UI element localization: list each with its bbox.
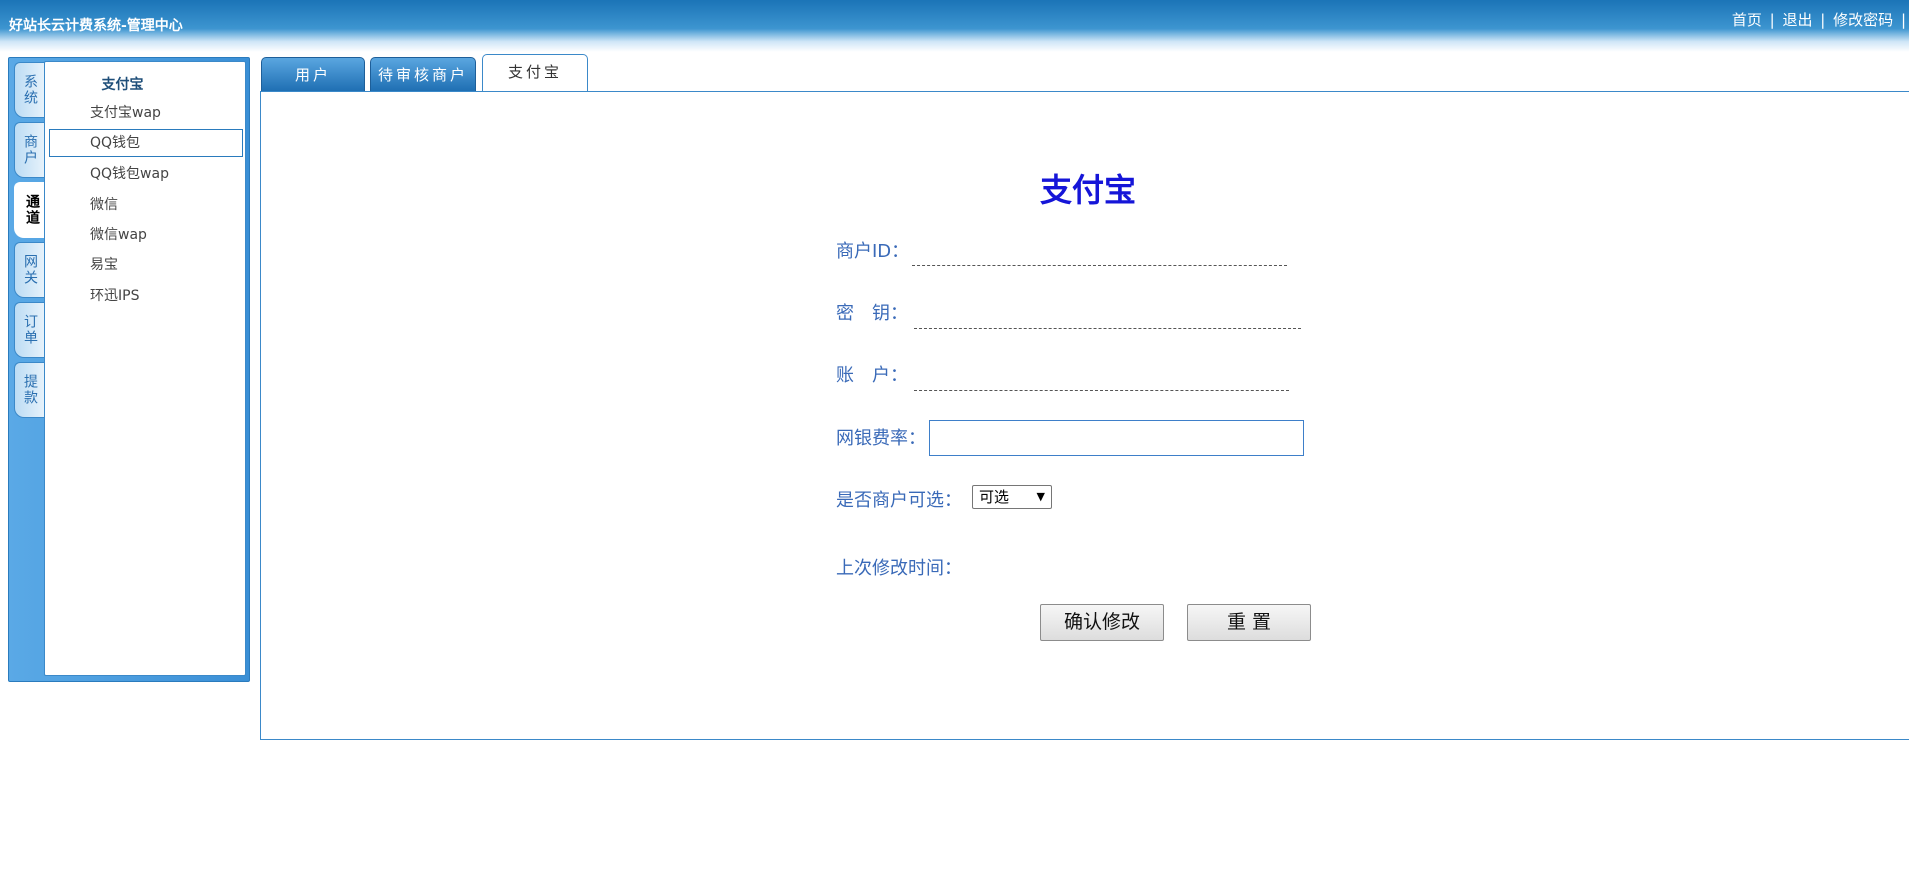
subnav-item-qq-wallet[interactable]: QQ钱包 xyxy=(49,129,243,157)
key-field[interactable] xyxy=(914,328,1301,329)
channel-subnav: 支付宝 支付宝wap QQ钱包 QQ钱包wap 微信 微信wap 易宝 环迅IP… xyxy=(44,61,246,676)
subnav-item-yeepay[interactable]: 易宝 xyxy=(49,251,243,279)
tab-pending-merchants[interactable]: 待审核商户 xyxy=(370,57,476,91)
merchant-id-field[interactable] xyxy=(912,265,1287,266)
vtab-order[interactable]: 订单 xyxy=(14,302,44,358)
subnav-item-qq-wallet-wap[interactable]: QQ钱包wap xyxy=(49,160,243,188)
reset-button[interactable]: 重 置 xyxy=(1187,604,1311,641)
selectable-value: 可选 xyxy=(979,488,1010,506)
subnav-title[interactable]: 支付宝 xyxy=(45,74,200,94)
vtab-gateway[interactable]: 网关 xyxy=(14,242,44,298)
tab-users[interactable]: 用户 xyxy=(261,57,365,91)
app-title: 好站长云计费系统-管理中心 xyxy=(9,18,183,34)
home-link[interactable]: 首页 xyxy=(1732,11,1762,29)
link-separator: | xyxy=(1769,11,1775,29)
rate-label: 网银费率： xyxy=(836,428,926,449)
form-title: 支付宝 xyxy=(1040,171,1137,209)
vtab-system[interactable]: 系统 xyxy=(14,62,44,118)
subnav-item-ips[interactable]: 环迅IPS xyxy=(49,282,243,310)
link-separator: | xyxy=(1820,11,1826,29)
last-modified-label: 上次修改时间： xyxy=(836,558,962,579)
logout-link[interactable]: 退出 xyxy=(1783,11,1813,29)
vtab-withdraw[interactable]: 提款 xyxy=(14,362,44,418)
vtab-channel[interactable]: 通道 xyxy=(14,182,48,238)
link-separator: | xyxy=(1900,11,1906,29)
vertical-tabs: 系统 商户 通道 网关 订单 提款 xyxy=(14,62,48,422)
left-panel: 系统 商户 通道 网关 订单 提款 支付宝 支付宝wap QQ钱包 QQ钱包wa… xyxy=(8,57,250,682)
vtab-merchant[interactable]: 商户 xyxy=(14,122,44,178)
top-header: 好站长云计费系统-管理中心 首页 | 退出 | 修改密码 | xyxy=(0,0,1909,52)
chevron-down-icon: ▼ xyxy=(1036,490,1045,503)
selectable-dropdown[interactable]: 可选 ▼ xyxy=(972,485,1052,509)
merchant-id-label: 商户ID： xyxy=(836,241,910,262)
tab-alipay[interactable]: 支付宝 xyxy=(482,54,588,93)
confirm-button[interactable]: 确认修改 xyxy=(1040,604,1164,641)
subnav-item-wechat-wap[interactable]: 微信wap xyxy=(49,221,243,249)
account-label: 账 户： xyxy=(836,365,908,386)
rate-input[interactable] xyxy=(929,420,1304,456)
header-links: 首页 | 退出 | 修改密码 | xyxy=(1732,9,1909,30)
subnav-item-alipay-wap[interactable]: 支付宝wap xyxy=(49,99,243,127)
subnav-item-wechat[interactable]: 微信 xyxy=(49,191,243,219)
account-field[interactable] xyxy=(914,390,1289,391)
key-label: 密 钥： xyxy=(836,303,908,324)
change-password-link[interactable]: 修改密码 xyxy=(1833,11,1893,29)
selectable-label: 是否商户可选： xyxy=(836,490,962,511)
